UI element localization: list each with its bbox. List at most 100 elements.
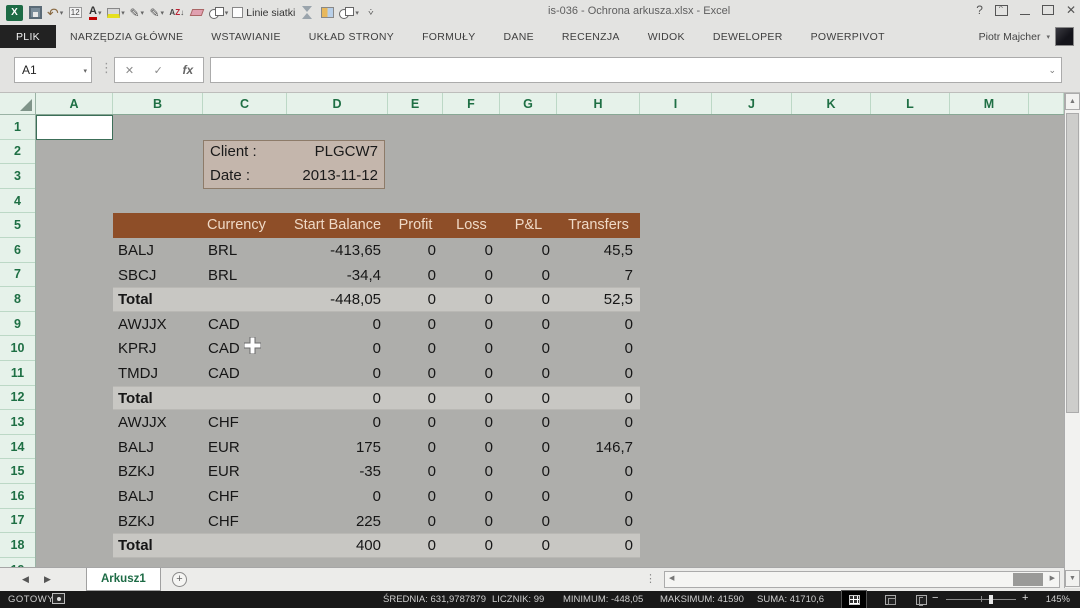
cell-pl[interactable]: 0 bbox=[500, 509, 557, 534]
cancel-icon[interactable]: ✕ bbox=[125, 64, 134, 77]
cell-transfers[interactable]: 0 bbox=[557, 484, 640, 509]
avatar[interactable] bbox=[1055, 27, 1074, 46]
cell-transfers[interactable]: 0 bbox=[557, 459, 640, 484]
cell-profit[interactable]: 0 bbox=[388, 312, 443, 337]
row-header-4[interactable]: 4 bbox=[0, 189, 35, 214]
tab-splitter[interactable]: ⋮ bbox=[645, 572, 656, 585]
cell-transfers[interactable]: 7 bbox=[557, 263, 640, 288]
scroll-left-icon[interactable]: ◀ bbox=[669, 574, 674, 582]
cell-profit[interactable]: 0 bbox=[388, 484, 443, 509]
cell-name[interactable]: BZKJ bbox=[113, 509, 203, 534]
cell-loss[interactable]: 0 bbox=[443, 484, 500, 509]
ribbon-tab-narzędzia-główne[interactable]: NARZĘDZIA GŁÓWNE bbox=[56, 25, 197, 48]
enter-icon[interactable]: ✓ bbox=[154, 64, 163, 77]
cell-loss[interactable]: 0 bbox=[443, 361, 500, 386]
cell-profit[interactable]: 0 bbox=[388, 287, 443, 312]
cell-profit[interactable]: 0 bbox=[388, 533, 443, 558]
cell-name[interactable]: BZKJ bbox=[113, 459, 203, 484]
sort-icon[interactable]: AZ↓ bbox=[169, 4, 185, 22]
cell-start-balance[interactable]: 0 bbox=[287, 484, 388, 509]
ribbon-tab-dane[interactable]: DANE bbox=[490, 25, 548, 48]
ribbon-tab-powerpivot[interactable]: POWERPIVOT bbox=[797, 25, 899, 48]
cell-currency[interactable]: CHF bbox=[203, 484, 287, 509]
column-header-m[interactable]: M bbox=[950, 93, 1029, 115]
cell-profit[interactable]: 0 bbox=[388, 238, 443, 263]
cell-currency[interactable]: CAD bbox=[203, 361, 287, 386]
cell-transfers[interactable]: 0 bbox=[557, 533, 640, 558]
cell-profit[interactable]: 0 bbox=[388, 386, 443, 411]
chevron-down-icon[interactable]: ▾ bbox=[83, 67, 87, 75]
ribbon-display-options-icon[interactable] bbox=[995, 5, 1008, 16]
cell-profit[interactable]: 0 bbox=[388, 263, 443, 288]
cell-transfers[interactable]: 146,7 bbox=[557, 435, 640, 460]
cell-currency[interactable]: CAD bbox=[203, 312, 287, 337]
row-header-12[interactable]: 12 bbox=[0, 386, 35, 411]
cell-currency[interactable] bbox=[203, 533, 287, 558]
row-header-8[interactable]: 8 bbox=[0, 287, 35, 312]
cell-loss[interactable]: 0 bbox=[443, 312, 500, 337]
minimize-icon[interactable] bbox=[1020, 14, 1030, 15]
cell-loss[interactable]: 0 bbox=[443, 509, 500, 534]
row-header-7[interactable]: 7 bbox=[0, 263, 35, 288]
cell-profit[interactable]: 0 bbox=[388, 361, 443, 386]
row-header-2[interactable]: 2 bbox=[0, 140, 35, 165]
cell-start-balance[interactable]: 225 bbox=[287, 509, 388, 534]
cell-transfers[interactable]: 0 bbox=[557, 312, 640, 337]
view-page-break-button[interactable] bbox=[909, 591, 933, 608]
number-12-icon[interactable]: 12 bbox=[67, 4, 83, 22]
cell-styles-icon[interactable] bbox=[319, 4, 335, 22]
cell-loss[interactable]: 0 bbox=[443, 435, 500, 460]
column-header-c[interactable]: C bbox=[203, 93, 287, 115]
cell-pl[interactable]: 0 bbox=[500, 386, 557, 411]
sheet-nav-right-icon[interactable]: ▶ bbox=[44, 574, 51, 585]
row-header-17[interactable]: 17 bbox=[0, 509, 35, 534]
insert-function-icon[interactable]: fx bbox=[183, 63, 194, 77]
cell-profit[interactable]: 0 bbox=[388, 435, 443, 460]
column-header-b[interactable]: B bbox=[113, 93, 203, 115]
cell-pl[interactable]: 0 bbox=[500, 263, 557, 288]
hourglass-icon[interactable] bbox=[299, 4, 315, 22]
cell-pl[interactable]: 0 bbox=[500, 312, 557, 337]
cell-pl[interactable]: 0 bbox=[500, 287, 557, 312]
row-header-19[interactable]: 19 bbox=[0, 558, 35, 567]
formula-bar-expand-icon[interactable]: ⌄ bbox=[1048, 65, 1056, 76]
ribbon-tab-wstawianie[interactable]: WSTAWIANIE bbox=[197, 25, 295, 48]
cell-name[interactable]: BALJ bbox=[113, 435, 203, 460]
cell-loss[interactable]: 0 bbox=[443, 287, 500, 312]
ribbon-tab-formuły[interactable]: FORMUŁY bbox=[408, 25, 489, 48]
cell-loss[interactable]: 0 bbox=[443, 410, 500, 435]
cell-transfers[interactable]: 0 bbox=[557, 410, 640, 435]
cell-pl[interactable]: 0 bbox=[500, 435, 557, 460]
zoom-slider[interactable] bbox=[946, 598, 1016, 601]
sheet-grid[interactable]: Client :PLGCW7Date :2013-11-12CurrencySt… bbox=[36, 115, 1064, 567]
row-header-13[interactable]: 13 bbox=[0, 410, 35, 435]
checkbox-icon[interactable] bbox=[232, 7, 243, 18]
row-header-16[interactable]: 16 bbox=[0, 484, 35, 509]
select-all-corner[interactable] bbox=[0, 93, 36, 115]
restore-icon[interactable] bbox=[1042, 5, 1054, 15]
cell-start-balance[interactable]: 0 bbox=[287, 410, 388, 435]
column-header-j[interactable]: J bbox=[712, 93, 792, 115]
cell-transfers[interactable]: 45,5 bbox=[557, 238, 640, 263]
cell-currency[interactable]: CHF bbox=[203, 509, 287, 534]
cell-name[interactable]: KPRJ bbox=[113, 336, 203, 361]
cell-name[interactable]: BALJ bbox=[113, 238, 203, 263]
cell-name[interactable]: SBCJ bbox=[113, 263, 203, 288]
row-header-10[interactable]: 10 bbox=[0, 336, 35, 361]
cell-start-balance[interactable]: 0 bbox=[287, 336, 388, 361]
cell-loss[interactable]: 0 bbox=[443, 238, 500, 263]
cell-pl[interactable]: 0 bbox=[500, 238, 557, 263]
cell-profit[interactable]: 0 bbox=[388, 459, 443, 484]
cell-name[interactable]: BALJ bbox=[113, 484, 203, 509]
cell-profit[interactable]: 0 bbox=[388, 509, 443, 534]
zoom-out-icon[interactable]: − bbox=[932, 593, 938, 604]
cell-pl[interactable]: 0 bbox=[500, 459, 557, 484]
cell-name[interactable]: AWJJX bbox=[113, 410, 203, 435]
zoom-slider-thumb[interactable] bbox=[989, 595, 993, 604]
close-icon[interactable]: ✕ bbox=[1066, 3, 1076, 17]
cell-loss[interactable]: 0 bbox=[443, 336, 500, 361]
cell-loss[interactable]: 0 bbox=[443, 533, 500, 558]
vertical-scrollbar-thumb[interactable] bbox=[1066, 113, 1079, 413]
horizontal-scrollbar-thumb[interactable] bbox=[1013, 573, 1043, 586]
column-header-g[interactable]: G bbox=[500, 93, 557, 115]
